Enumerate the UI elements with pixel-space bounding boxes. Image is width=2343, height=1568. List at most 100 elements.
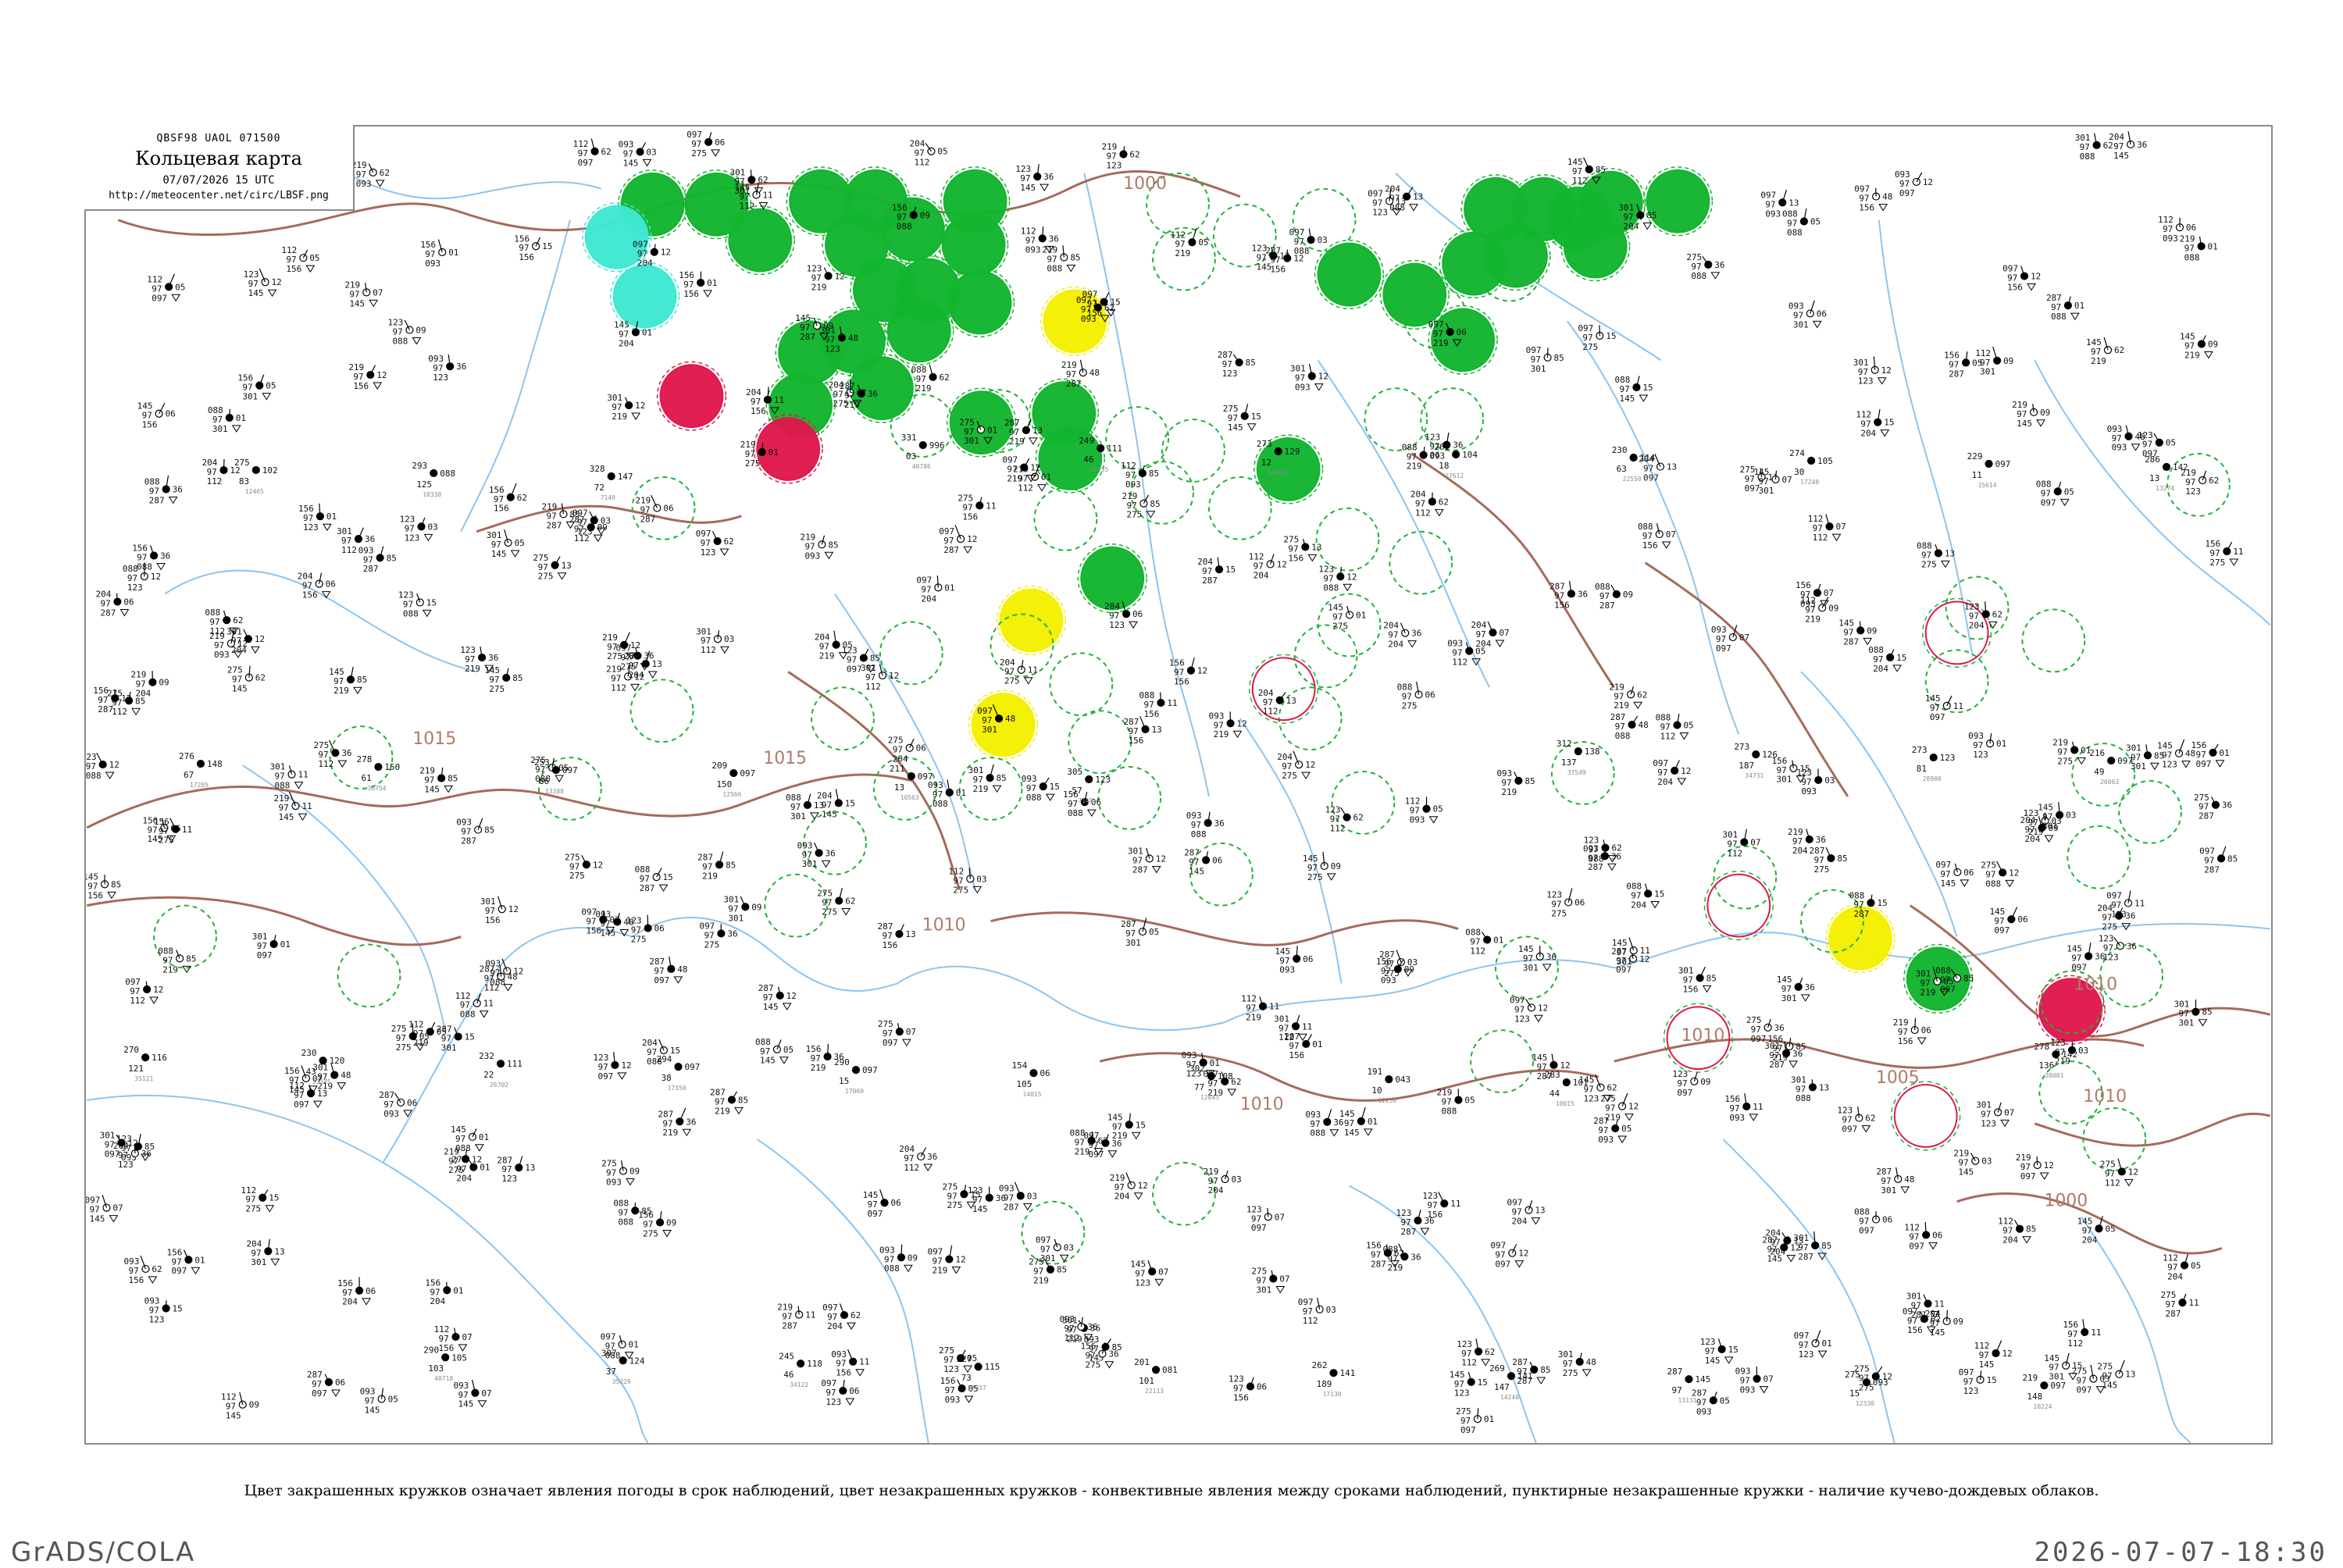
station-value: 07	[112, 1203, 123, 1213]
station-plot: 0979712097	[1490, 1241, 1528, 1270]
station-plot: 0979762204	[822, 1303, 861, 1331]
station-value: 12	[1030, 463, 1040, 473]
station-plot: 1239712145	[244, 269, 282, 298]
station-plot: 2049736204	[1383, 621, 1421, 650]
station-plot: 2110971310563	[890, 764, 933, 801]
station-marker	[705, 138, 712, 145]
station-marker	[1102, 1139, 1109, 1146]
station-value: 01	[1041, 472, 1051, 483]
station-value: 11	[1753, 1102, 1763, 1112]
station-value: 09	[2040, 408, 2050, 418]
station-plot: 0979712156	[2002, 264, 2041, 293]
station-value: 12	[1277, 559, 1287, 569]
synoptic-map[interactable]: 3019712287275971115620497122751459785275…	[84, 125, 2273, 1445]
station-marker	[1293, 1023, 1300, 1030]
station-value: 48	[1005, 714, 1015, 724]
station-value: 219	[1009, 437, 1025, 447]
station-marker	[1863, 1379, 1870, 1386]
station-marker	[1140, 500, 1147, 507]
station-value: 093	[1765, 208, 1781, 219]
station-plot: 1129711088	[455, 991, 494, 1020]
station-value: 088	[618, 1217, 633, 1227]
cb-circle	[1704, 871, 1773, 940]
station-plot: 3019785219	[968, 764, 1007, 794]
isobar-line	[1411, 454, 1614, 687]
station-index: 40718	[434, 1375, 453, 1382]
station-pressure: 154	[1012, 1060, 1028, 1071]
station-value: 156	[1554, 600, 1570, 610]
station-value: 07	[1275, 1212, 1285, 1222]
station-value: 123	[1222, 369, 1238, 379]
station-marker	[99, 761, 106, 768]
station-marker	[642, 661, 649, 668]
station-marker	[1030, 1070, 1037, 1077]
station-marker	[1324, 1118, 1331, 1125]
station-value: 219	[333, 686, 349, 696]
station-index: 37235	[1089, 466, 1108, 473]
station-value: 05	[1464, 1096, 1475, 1106]
river	[633, 918, 897, 991]
station-value: 01	[1368, 1117, 1378, 1127]
weather-symbol	[1482, 1360, 1489, 1366]
station-value: 088	[1026, 793, 1042, 803]
source-url[interactable]: http://meteocenter.net/circ/LBSF.png	[84, 190, 353, 201]
station-value: 145	[1958, 1167, 1974, 1178]
station-plot: 2290971115614	[1967, 451, 2011, 489]
station-value: 301	[251, 1257, 266, 1267]
station-value: 156	[683, 289, 699, 299]
station-index: 12566	[722, 791, 741, 798]
station-value: 275	[396, 1042, 412, 1053]
station-marker	[1630, 454, 1637, 461]
weather-symbol	[2132, 444, 2140, 451]
station-value: 11	[1028, 665, 1038, 675]
station-pressure: 270	[123, 1045, 139, 1055]
station-value: 275	[953, 885, 968, 895]
station-temp: 124	[629, 1356, 645, 1366]
station-value: 123	[149, 1314, 165, 1324]
station-extra: 38	[662, 1073, 672, 1083]
station-plot: 2759701204	[451, 1155, 490, 1184]
weather-symbol	[294, 782, 302, 789]
station-value: 093	[945, 1395, 961, 1405]
station-value: 204	[1623, 221, 1639, 231]
station-value: 85	[512, 673, 522, 683]
station-marker	[1394, 966, 1401, 973]
station-marker	[2163, 463, 2170, 470]
station-plot: 1569701093	[420, 240, 458, 269]
weather-symbol	[332, 1390, 340, 1396]
station-value: 12	[376, 370, 387, 380]
station-value: 204	[2082, 1235, 2098, 1245]
station-value: 219	[1033, 1276, 1049, 1286]
station-value: 219	[1214, 729, 1229, 739]
station-index: 26063	[2100, 779, 2119, 786]
station-plot: 1459706093	[1275, 946, 1313, 975]
station-value: 05	[843, 640, 853, 650]
station-value: 145	[1344, 1128, 1360, 1138]
station-value: 15	[1050, 782, 1060, 792]
rain-circle	[949, 272, 1011, 334]
station-plot: 0979706145	[1935, 860, 1974, 889]
station-plot: 2199785275	[1122, 491, 1160, 520]
station-value: 145	[1189, 866, 1204, 876]
station-value: 15	[1799, 764, 1810, 774]
station-temp: 043	[1395, 1074, 1410, 1085]
station-value: 097	[2041, 497, 2056, 508]
station-value: 09	[751, 902, 761, 912]
weather-symbol	[1234, 731, 1242, 737]
station-plot: 3019762088	[2075, 133, 2113, 162]
station-value: 123	[501, 1174, 517, 1184]
station-temp: 097	[1995, 459, 2011, 469]
station-temp: 141	[1517, 1371, 1533, 1381]
station-index: 27612	[1445, 472, 1464, 479]
station-marker	[1086, 776, 1093, 783]
station-value: 301	[728, 913, 744, 923]
weather-symbol	[2077, 757, 2085, 764]
station-pressure: 294	[657, 1054, 672, 1064]
station-marker	[797, 1360, 804, 1367]
station-plot: 1129705097	[147, 274, 185, 303]
station-value: 156	[1642, 540, 1658, 551]
station-extra: 147	[1494, 1382, 1510, 1392]
station-value: 088	[1310, 1128, 1325, 1139]
station-marker	[908, 773, 915, 780]
station-value: 097	[1745, 483, 1760, 494]
